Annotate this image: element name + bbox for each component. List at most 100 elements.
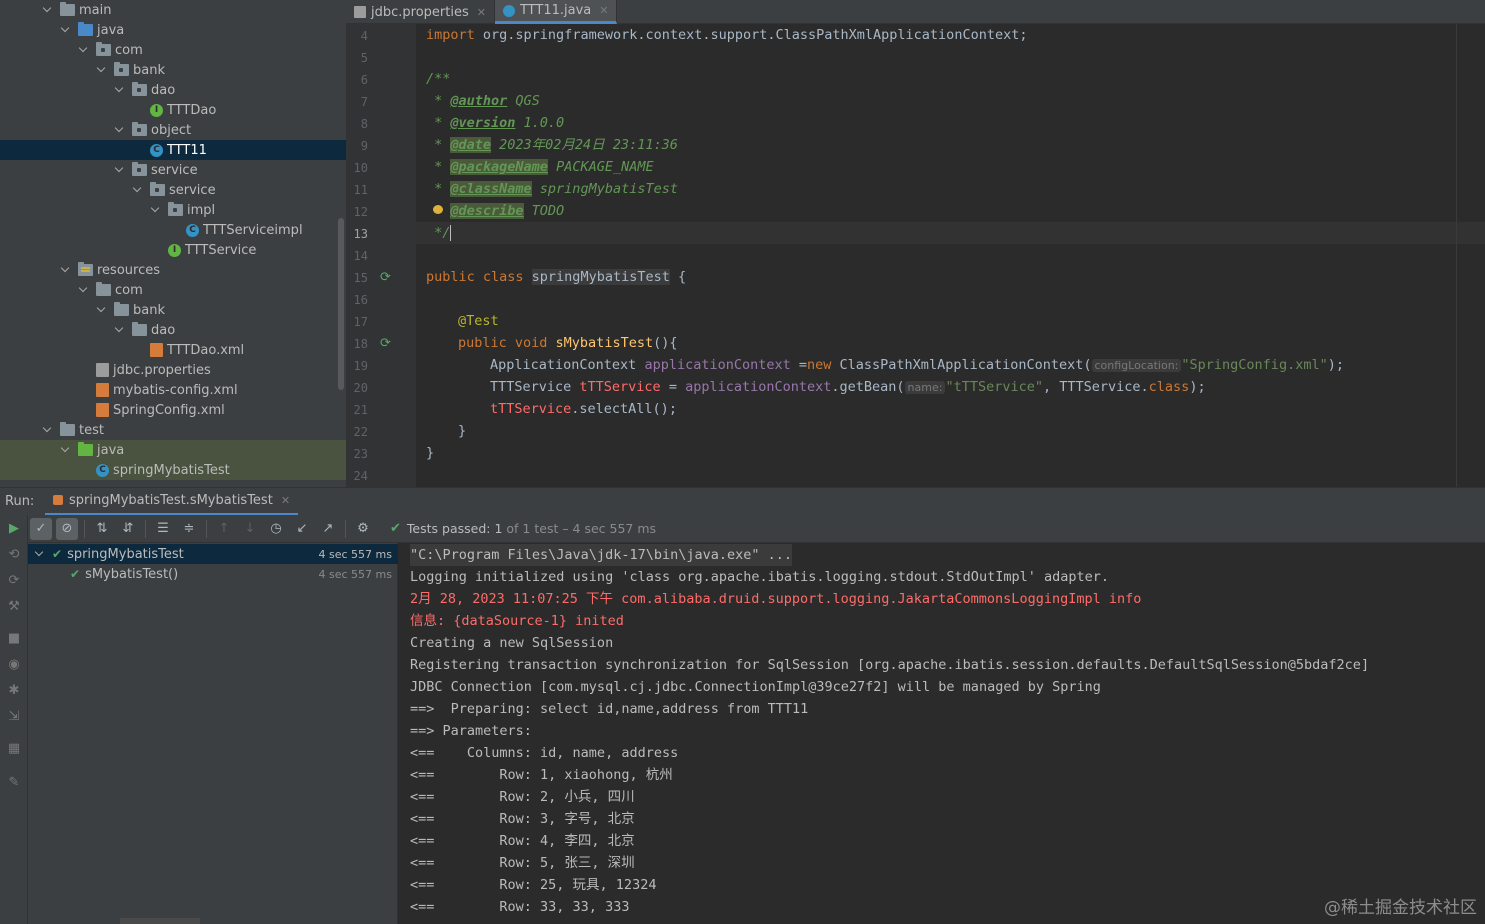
show-passed-icon[interactable]: ✓ — [30, 517, 52, 540]
rerun-icon[interactable]: ▶ — [6, 521, 22, 537]
run-tab[interactable]: springMybatisTest.sMybatisTest ✕ — [45, 487, 299, 516]
chevron-down-icon[interactable] — [42, 424, 54, 436]
tree-item-label: com — [115, 282, 143, 298]
pin-icon[interactable]: ✎ — [6, 775, 22, 791]
tree-item[interactable]: com — [0, 40, 346, 60]
line-number: 20 — [353, 381, 368, 395]
test-status: ✔ Tests passed: 1 of 1 test – 4 sec 557 … — [390, 521, 656, 536]
chevron-down-icon[interactable] — [132, 184, 144, 196]
code-line-20: TTTService tTTService = applicationConte… — [490, 379, 1206, 395]
sort-alphabetically-icon[interactable]: ⇅ — [91, 518, 113, 540]
tree-item-label: bank — [133, 302, 165, 318]
test-suite-label: springMybatisTest — [67, 546, 184, 562]
console-line: ==> Parameters: — [410, 723, 541, 739]
chevron-down-icon — [132, 344, 144, 356]
chevron-down-icon[interactable] — [60, 24, 72, 36]
chevron-down-icon[interactable] — [34, 548, 46, 560]
chevron-down-icon[interactable] — [60, 264, 72, 276]
code-area[interactable]: import org.springframework.context.suppo… — [416, 24, 1485, 487]
tree-item[interactable]: dao — [0, 320, 346, 340]
tab-jdbc-properties[interactable]: jdbc.properties ✕ — [346, 0, 495, 24]
tree-item[interactable]: C TTTServiceimpl — [0, 220, 346, 240]
test-duration: 4 sec 557 ms — [318, 547, 392, 561]
close-icon[interactable]: ✕ — [477, 6, 486, 19]
folder-icon — [132, 322, 147, 336]
chevron-down-icon[interactable] — [114, 84, 126, 96]
tree-item[interactable]: impl — [0, 200, 346, 220]
toolbar-separator — [145, 519, 146, 538]
tree-item[interactable]: SpringConfig.xml — [0, 400, 346, 420]
tab-ttt11-java[interactable]: TTT11.java ✕ — [494, 0, 618, 24]
tree-item[interactable]: I TTTService — [0, 240, 346, 260]
tree-item[interactable]: dao — [0, 80, 346, 100]
lightbulb-icon[interactable] — [433, 205, 443, 217]
chevron-down-icon[interactable] — [96, 64, 108, 76]
horizontal-scrollbar[interactable] — [120, 918, 200, 924]
tree-item[interactable]: service — [0, 160, 346, 180]
tree-item[interactable]: C TTT11 — [0, 140, 346, 160]
console-output[interactable]: "C:\Program Files\Java\jdk-17\bin\java.e… — [398, 543, 1485, 924]
tree-item[interactable]: resources — [0, 260, 346, 280]
import-tests-icon[interactable]: ↙ — [291, 518, 313, 540]
collapse-all-icon[interactable]: ≑ — [178, 518, 200, 540]
run-gutter-icon[interactable]: ⟳ — [380, 270, 394, 285]
chevron-down-icon — [150, 244, 162, 256]
next-failed-icon[interactable]: ↓ — [239, 518, 261, 540]
chevron-down-icon[interactable] — [60, 444, 72, 456]
line-number: 7 — [360, 95, 368, 109]
console-line: <== Row: 2, 小兵, 四川 — [410, 789, 635, 805]
gear-icon[interactable]: ⚙ — [352, 518, 374, 540]
tree-item[interactable]: bank — [0, 300, 346, 320]
stop-icon[interactable]: ■ — [6, 631, 22, 647]
vertical-scrollbar[interactable] — [338, 218, 344, 390]
camera-icon[interactable]: ◉ — [6, 657, 22, 673]
close-icon[interactable]: ✕ — [599, 4, 608, 17]
run-gutter-icon[interactable]: ⟳ — [380, 336, 394, 351]
class-icon — [502, 4, 515, 17]
tree-item[interactable]: bank — [0, 60, 346, 80]
exit-icon[interactable]: ⇲ — [6, 709, 22, 725]
test-case-label: sMybatisTest() — [85, 566, 179, 582]
layout-icon[interactable]: ▦ — [6, 741, 22, 757]
show-ignored-icon[interactable]: ⊘ — [56, 517, 78, 540]
tree-item[interactable]: java — [0, 440, 346, 460]
rerun-failed-icon[interactable]: ⟲ — [6, 547, 22, 563]
code-line-9: * @date 2023年02月24日 23:11:36 — [426, 137, 678, 153]
package-icon — [132, 122, 147, 136]
chevron-down-icon[interactable] — [78, 44, 90, 56]
test-suite-row[interactable]: ✔ springMybatisTest 4 sec 557 ms — [28, 544, 398, 564]
chevron-down-icon[interactable] — [114, 124, 126, 136]
code-line-13: */ — [426, 225, 452, 241]
tree-item[interactable]: service — [0, 180, 346, 200]
tree-item[interactable]: I TTTDao — [0, 100, 346, 120]
tree-item[interactable]: test — [0, 420, 346, 440]
tree-item[interactable]: mybatis-config.xml — [0, 380, 346, 400]
run-tool-window-header: Run: springMybatisTest.sMybatisTest ✕ — [0, 487, 1485, 516]
previous-failed-icon[interactable]: ↑ — [213, 518, 235, 540]
chevron-down-icon[interactable] — [114, 164, 126, 176]
toggle-auto-test-icon[interactable]: ⟳ — [6, 573, 22, 589]
tree-item[interactable]: object — [0, 120, 346, 140]
close-icon[interactable]: ✕ — [281, 494, 290, 507]
tree-item[interactable]: TTTDao.xml — [0, 340, 346, 360]
tree-item[interactable]: jdbc.properties — [0, 360, 346, 380]
chevron-down-icon[interactable] — [96, 304, 108, 316]
sort-by-duration-icon[interactable]: ⇵ — [117, 518, 139, 540]
expand-all-icon[interactable]: ☰ — [152, 518, 174, 540]
chevron-down-icon[interactable] — [78, 284, 90, 296]
tree-item[interactable]: com — [0, 280, 346, 300]
console-line: <== Columns: id, name, address — [410, 745, 679, 761]
debug-icon[interactable]: ✱ — [6, 683, 22, 699]
export-tests-icon[interactable]: ↗ — [317, 518, 339, 540]
test-case-row[interactable]: ✔ sMybatisTest() 4 sec 557 ms — [28, 564, 398, 584]
chevron-down-icon[interactable] — [114, 324, 126, 336]
chevron-down-icon[interactable] — [42, 4, 54, 16]
tree-item[interactable]: CspringMybatisTest — [0, 460, 346, 480]
chevron-down-icon[interactable] — [150, 204, 162, 216]
test-history-icon[interactable]: ◷ — [265, 518, 287, 540]
chevron-down-icon — [78, 464, 90, 476]
wrench-icon[interactable]: ⚒ — [6, 599, 22, 615]
tree-item[interactable]: java — [0, 20, 346, 40]
line-number: 8 — [360, 117, 368, 131]
tree-item[interactable]: main — [0, 0, 346, 20]
